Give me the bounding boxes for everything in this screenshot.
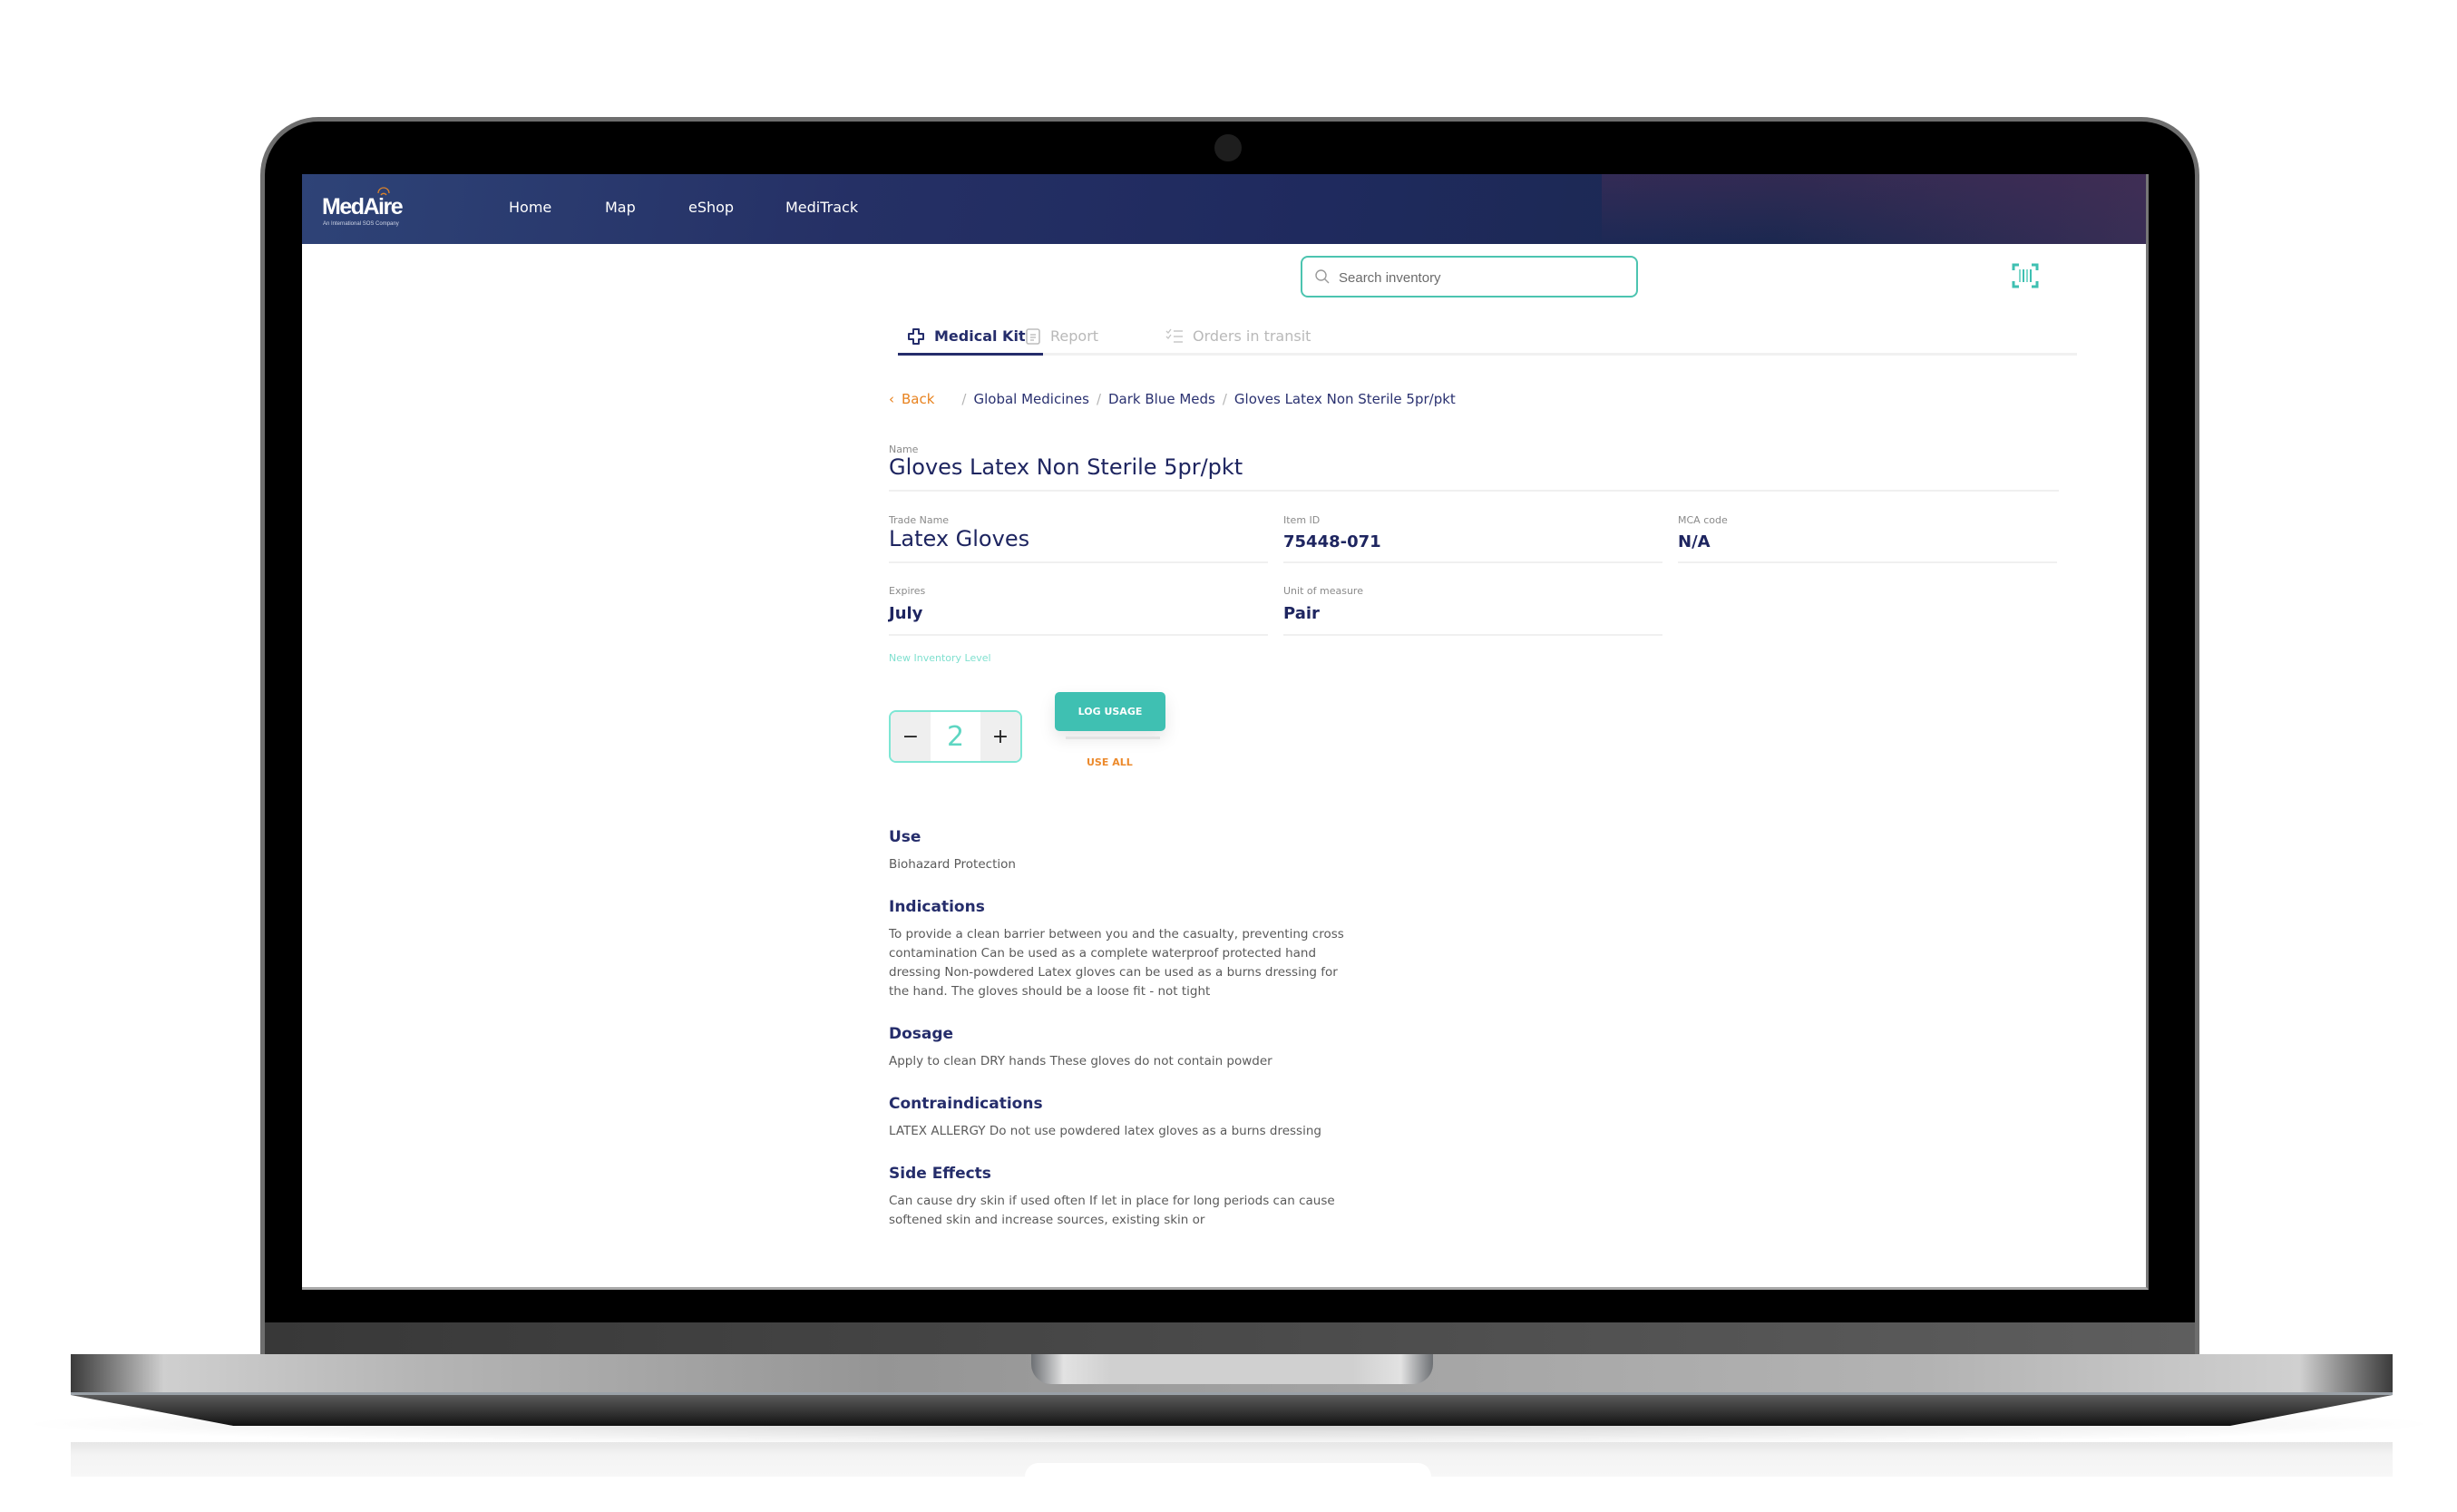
expires-label: Expires (889, 585, 926, 597)
breadcrumb-separator: / (961, 391, 967, 407)
divider (1283, 634, 1662, 636)
section-title: Use (889, 828, 921, 846)
clipboard-icon (1026, 327, 1040, 345)
divider (1678, 561, 2057, 563)
unit-value: Pair (1283, 604, 1320, 623)
webcam (1214, 134, 1242, 161)
nav-map[interactable]: Map (605, 199, 636, 216)
nav-home[interactable]: Home (509, 199, 551, 216)
mca-code-label: MCA code (1678, 514, 1728, 526)
tab-medical-kit[interactable]: Medical Kit (907, 319, 1026, 353)
item-name: Gloves Latex Non Sterile 5pr/pkt (889, 454, 1243, 480)
section-side-effects: Side Effects Can cause dry skin if used … (889, 1165, 1360, 1230)
laptop-lid-chin (265, 1322, 2195, 1359)
nav-eshop[interactable]: eShop (688, 199, 734, 216)
divider (889, 561, 1268, 563)
breadcrumb: ‹ Back / Global Medicines / Dark Blue Me… (889, 391, 1456, 407)
section-body: To provide a clean barrier between you a… (889, 927, 1344, 999)
new-inventory-level-label: New Inventory Level (889, 652, 991, 664)
brand-logo[interactable]: MedAire An International SOS Company (322, 187, 422, 232)
tab-label: Report (1050, 327, 1099, 345)
log-usage-button[interactable]: LOG USAGE (1055, 692, 1165, 731)
divider (1283, 561, 1662, 563)
section-body: Apply to clean DRY hands These gloves do… (889, 1054, 1272, 1068)
laptop-base-bottom (71, 1395, 2393, 1426)
barcode-scan-icon[interactable] (2012, 263, 2039, 288)
breadcrumb-separator: / (1222, 391, 1227, 407)
back-label: Back (902, 391, 935, 407)
tab-label: Medical Kit (934, 327, 1026, 345)
section-body: Can cause dry skin if used often If let … (889, 1194, 1335, 1227)
laptop-hinge-notch (1031, 1354, 1433, 1384)
tab-report[interactable]: Report (1025, 319, 1098, 353)
section-indications: Indications To provide a clean barrier b… (889, 898, 1360, 1001)
item-id-value: 75448-071 (1283, 532, 1381, 551)
quantity-stepper: − 2 + (889, 710, 1022, 763)
trade-name-label: Trade Name (889, 514, 950, 526)
app-screen: MedAire An International SOS Company Hom… (302, 174, 2149, 1290)
item-info-sections: Use Biohazard Protection Indications To … (889, 828, 1360, 1253)
item-id-label: Item ID (1283, 514, 1321, 526)
medical-cross-icon (908, 327, 924, 345)
search-icon (1315, 269, 1330, 284)
search-input[interactable] (1339, 267, 1629, 288)
tab-bar: Medical Kit Report Orders in transit (898, 319, 2077, 356)
section-title: Indications (889, 898, 985, 916)
section-dosage: Dosage Apply to clean DRY hands These gl… (889, 1025, 1360, 1071)
breadcrumb-separator: / (1096, 391, 1101, 407)
quantity-value[interactable]: 2 (931, 712, 980, 761)
expires-value: July (889, 604, 923, 623)
section-use: Use Biohazard Protection (889, 828, 1360, 874)
section-body: Biohazard Protection (889, 857, 1016, 872)
active-tab-indicator (898, 353, 1043, 356)
divider (889, 634, 1268, 636)
checklist-icon (1165, 328, 1183, 343)
breadcrumb-global-medicines[interactable]: Global Medicines (973, 391, 1088, 407)
button-shadow-line (1066, 736, 1160, 739)
chevron-left-icon: ‹ (889, 391, 894, 407)
top-navbar: MedAire An International SOS Company Hom… (302, 174, 2146, 244)
mca-code-value: N/A (1678, 532, 1711, 551)
laptop-reflection-notch (1025, 1463, 1431, 1477)
back-link[interactable]: ‹ Back (889, 391, 934, 407)
section-contraindications: Contraindications LATEX ALLERGY Do not u… (889, 1095, 1360, 1141)
breadcrumb-current: Gloves Latex Non Sterile 5pr/pkt (1233, 391, 1456, 407)
increment-button[interactable]: + (980, 712, 1020, 761)
breadcrumb-dark-blue-meds[interactable]: Dark Blue Meds (1108, 391, 1215, 407)
nav-meditrack[interactable]: MediTrack (785, 199, 858, 216)
brand-tagline: An International SOS Company (323, 221, 399, 227)
section-title: Side Effects (889, 1165, 991, 1183)
divider (889, 490, 2059, 492)
unit-label: Unit of measure (1283, 585, 1363, 597)
section-title: Dosage (889, 1025, 954, 1043)
section-title: Contraindications (889, 1095, 1043, 1113)
tab-label: Orders in transit (1193, 327, 1311, 345)
section-body: LATEX ALLERGY Do not use powdered latex … (889, 1124, 1321, 1138)
search-box[interactable] (1301, 256, 1638, 298)
decrement-button[interactable]: − (891, 712, 931, 761)
trade-name-value: Latex Gloves (889, 526, 1030, 551)
tab-orders-in-transit[interactable]: Orders in transit (1165, 319, 1311, 353)
brand-name: MedAire (322, 194, 404, 219)
use-all-link[interactable]: USE ALL (1087, 756, 1133, 768)
